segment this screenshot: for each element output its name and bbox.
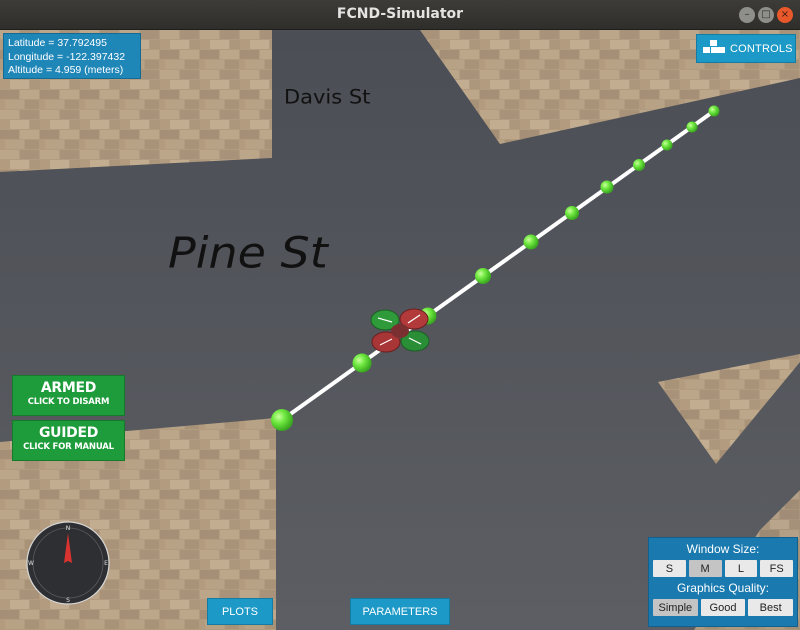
armed-title: ARMED <box>40 380 97 396</box>
parameters-button[interactable]: PARAMETERS <box>350 598 450 625</box>
graphics-quality-selector: Simple Good Best <box>649 599 797 616</box>
compass-icon: N E S W <box>26 521 110 605</box>
waypoint-marker <box>475 268 491 284</box>
window-size-s-button[interactable]: S <box>653 560 686 577</box>
window-size-label: Window Size: <box>686 542 760 556</box>
guided-subtitle: CLICK FOR MANUAL <box>23 442 114 452</box>
waypoint-marker <box>661 139 673 151</box>
window-size-selector: S M L FS <box>649 560 797 577</box>
title-bar: FCND-Simulator – □ × <box>0 0 800 30</box>
controls-button[interactable]: CONTROLS <box>696 34 796 63</box>
graphics-quality-label: Graphics Quality: <box>676 581 770 595</box>
compass-east: E <box>104 560 108 567</box>
blocks-icon <box>703 39 725 58</box>
waypoint-marker <box>523 234 539 250</box>
controls-label: CONTROLS <box>730 42 793 55</box>
waypoint-marker <box>708 105 720 117</box>
altitude-readout: Altitude = 4.959 (meters) <box>8 64 124 76</box>
compass-west: W <box>28 560 34 567</box>
settings-panel: Window Size: S M L FS Graphics Quality: … <box>648 537 798 627</box>
waypoint-marker <box>271 409 293 431</box>
window-size-fs-button[interactable]: FS <box>760 560 793 577</box>
graphics-best-button[interactable]: Best <box>748 599 794 616</box>
pine-st-label: Pine St <box>168 229 330 278</box>
davis-st-label: Davis St <box>284 85 370 108</box>
compass-south: S <box>66 597 70 604</box>
waypoint-marker <box>600 180 614 194</box>
waypoint-marker <box>352 353 372 373</box>
latitude-readout: Latitude = 37.792495 <box>8 37 107 49</box>
graphics-simple-button[interactable]: Simple <box>653 599 698 616</box>
guided-title: GUIDED <box>38 425 99 441</box>
window-size-l-button[interactable]: L <box>724 560 758 577</box>
graphics-good-button[interactable]: Good <box>700 599 746 616</box>
close-button[interactable]: × <box>777 7 793 23</box>
compass-north: N <box>66 525 71 532</box>
longitude-readout: Longitude = -122.397432 <box>8 50 126 63</box>
waypoint-marker <box>686 121 698 133</box>
guided-button[interactable]: GUIDED CLICK FOR MANUAL <box>12 420 125 461</box>
window-title: FCND-Simulator <box>336 6 464 22</box>
armed-subtitle: CLICK TO DISARM <box>27 397 110 407</box>
window-size-m-button[interactable]: M <box>688 560 722 577</box>
armed-button[interactable]: ARMED CLICK TO DISARM <box>12 375 125 416</box>
maximize-button[interactable]: □ <box>758 7 774 23</box>
waypoint-marker <box>633 159 645 171</box>
minimize-button[interactable]: – <box>739 7 755 23</box>
waypoint-marker <box>565 206 579 220</box>
telemetry-panel: Latitude = 37.792495 Longitude = -122.39… <box>3 33 141 79</box>
plots-button[interactable]: PLOTS <box>207 598 273 625</box>
